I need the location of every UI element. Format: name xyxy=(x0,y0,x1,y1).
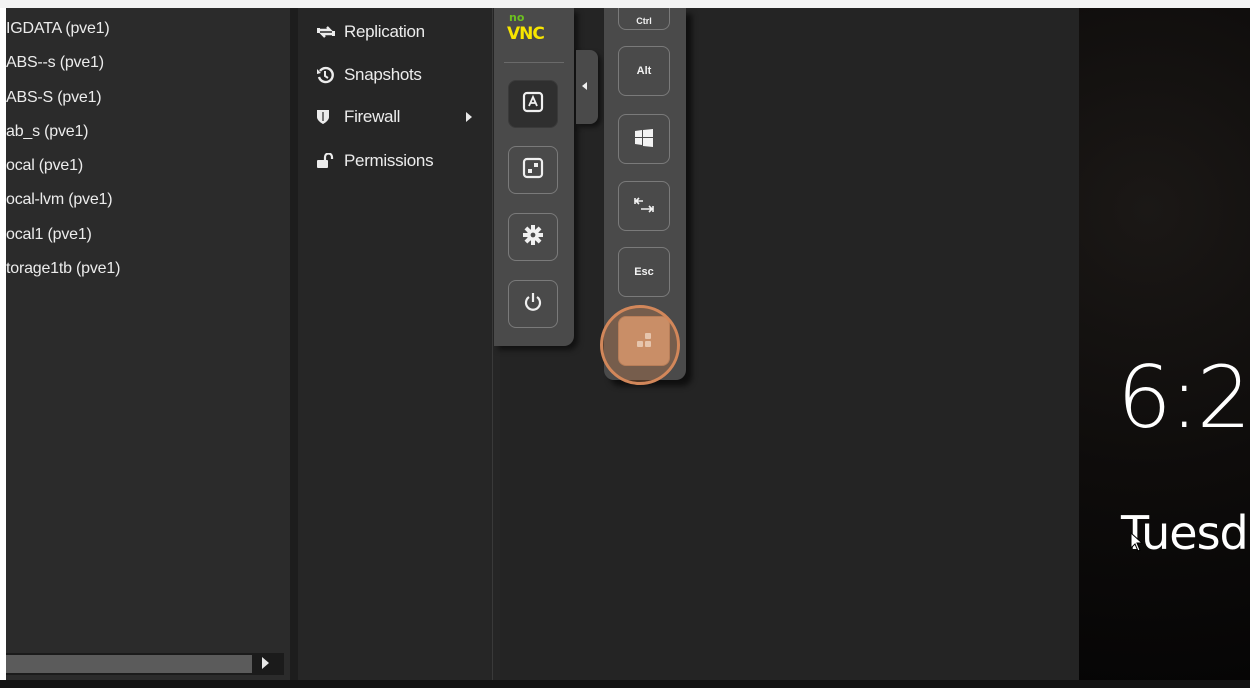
keyboard-button[interactable] xyxy=(508,80,558,128)
settings-icon xyxy=(522,224,544,251)
extra-keys-icon xyxy=(522,157,544,184)
menu-item-permissions[interactable]: Permissions xyxy=(316,150,434,172)
menu-item-label: Permissions xyxy=(344,151,434,170)
menu-item-label: Firewall xyxy=(344,107,401,126)
proxmox-window: IGDATA (pve1) ABS--s (pve1) ABS-S (pve1)… xyxy=(6,8,1250,680)
collapse-arrow-icon xyxy=(582,82,587,90)
extra-keys-button[interactable] xyxy=(508,146,558,194)
tree-item-storage[interactable]: ocal (pve1) xyxy=(6,157,83,175)
shield-icon xyxy=(316,109,344,125)
esc-key-button[interactable]: Esc xyxy=(618,247,670,297)
menu-item-label: Replication xyxy=(344,22,425,41)
mouse-cursor-icon xyxy=(1130,531,1144,557)
tree-item-storage[interactable]: ABS-S (pve1) xyxy=(6,89,102,107)
tab-icon xyxy=(633,196,655,217)
power-icon xyxy=(522,291,544,318)
unlock-icon xyxy=(316,153,344,169)
novnc-logo: no VNC xyxy=(507,11,559,54)
scrollbar-thumb[interactable] xyxy=(6,655,252,673)
settings-button[interactable] xyxy=(508,213,558,261)
menu-item-replication[interactable]: Replication xyxy=(316,21,425,43)
novnc-logo-vnc: VNC xyxy=(507,24,545,44)
history-icon xyxy=(316,66,344,84)
panel-divider xyxy=(492,8,493,680)
menu-item-firewall[interactable]: Firewall xyxy=(316,106,400,128)
windows-icon xyxy=(634,128,654,151)
keyboard-icon xyxy=(522,91,544,118)
ctrl-key-button[interactable]: Ctrl xyxy=(618,8,670,30)
horizontal-scrollbar[interactable] xyxy=(6,653,284,675)
menu-item-label: Snapshots xyxy=(344,65,422,84)
bottom-edge xyxy=(0,680,1250,688)
novnc-control-bar: no VNC xyxy=(494,8,574,346)
tree-item-storage[interactable]: ocal1 (pve1) xyxy=(6,226,92,244)
windows-key-button[interactable] xyxy=(618,114,670,164)
menu-item-snapshots[interactable]: Snapshots xyxy=(316,64,422,86)
alt-key-button[interactable]: Alt xyxy=(618,46,670,96)
novnc-logo-no: no xyxy=(509,11,525,24)
replication-icon xyxy=(316,25,344,39)
tree-item-storage[interactable]: ABS--s (pve1) xyxy=(6,54,104,72)
click-highlight-ring xyxy=(600,305,680,385)
tree-item-storage[interactable]: ab_s (pve1) xyxy=(6,123,88,141)
lock-screen-time: 6:2 xyxy=(1117,348,1250,448)
vm-config-menu: Replication Snapshots Firewall Permissio… xyxy=(290,8,500,680)
tab-key-button[interactable] xyxy=(618,181,670,231)
control-bar-handle[interactable] xyxy=(576,50,598,124)
tree-item-storage[interactable]: IGDATA (pve1) xyxy=(6,20,110,38)
vm-console-screen[interactable]: 6:2 Tuesd xyxy=(1079,8,1250,680)
storage-tree: IGDATA (pve1) ABS--s (pve1) ABS-S (pve1)… xyxy=(6,8,290,680)
tree-item-storage[interactable]: torage1tb (pve1) xyxy=(6,260,120,278)
submenu-arrow-icon[interactable] xyxy=(466,112,472,122)
tree-item-storage[interactable]: ocal-lvm (pve1) xyxy=(6,191,113,209)
power-button[interactable] xyxy=(508,280,558,328)
separator xyxy=(504,62,564,63)
scroll-right-arrow-icon[interactable] xyxy=(262,657,269,669)
